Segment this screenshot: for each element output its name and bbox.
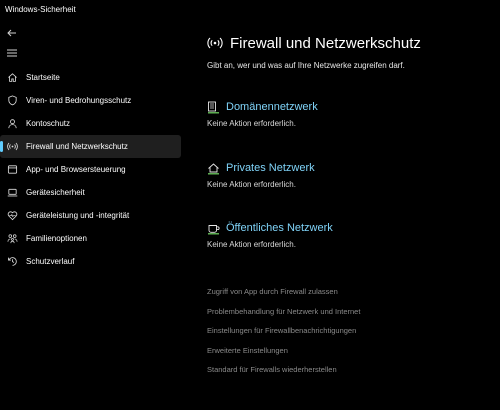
link-notification-settings[interactable]: Einstellungen für Firewallbenachrichtigu…	[207, 325, 497, 345]
related-links: Zugriff von App durch Firewall zulassen …	[207, 286, 497, 384]
network-public: Öffentliches Netzwerk Keine Aktion erfor…	[207, 220, 497, 249]
sidebar-item-firewall[interactable]: Firewall und Netzwerkschutz	[0, 135, 181, 158]
sidebar-item-familienoptionen[interactable]: Familienoptionen	[0, 227, 181, 250]
sidebar-item-label: Familienoptionen	[26, 234, 87, 243]
hamburger-icon	[7, 49, 17, 57]
network-private: Privates Netzwerk Keine Aktion erforderl…	[207, 160, 497, 189]
network-status: Keine Aktion erforderlich.	[207, 180, 296, 189]
sidebar-item-label: Startseite	[26, 73, 60, 82]
domain-network-icon	[207, 101, 220, 114]
link-advanced-settings[interactable]: Erweiterte Einstellungen	[207, 345, 497, 365]
sidebar-item-label: Kontoschutz	[26, 119, 71, 128]
network-domain-link[interactable]: Domänennetzwerk	[207, 99, 497, 115]
network-title: Privates Netzwerk	[226, 162, 315, 174]
sidebar-item-geraetesicherheit[interactable]: Gerätesicherheit	[0, 181, 181, 204]
shield-icon	[6, 95, 18, 107]
family-icon	[6, 233, 18, 245]
sidebar-item-label: Viren- und Bedrohungsschutz	[26, 96, 132, 105]
page-header: Firewall und Netzwerkschutz	[207, 30, 497, 56]
link-restore-defaults[interactable]: Standard für Firewalls wiederherstellen	[207, 364, 497, 384]
active-indicator	[0, 141, 3, 152]
sidebar-item-app-browser[interactable]: App- und Browsersteuerung	[0, 158, 181, 181]
home-icon	[6, 72, 18, 84]
sidebar-item-label: Schutzverlauf	[26, 257, 75, 266]
antenna-icon	[6, 141, 18, 153]
sidebar-item-label: Gerätesicherheit	[26, 188, 85, 197]
network-title: Öffentliches Netzwerk	[226, 222, 333, 234]
hamburger-menu-button[interactable]	[5, 46, 19, 60]
sidebar-item-label: App- und Browsersteuerung	[26, 165, 126, 174]
antenna-icon	[207, 35, 223, 51]
laptop-icon	[6, 187, 18, 199]
sidebar-item-startseite[interactable]: Startseite	[0, 66, 181, 89]
network-private-link[interactable]: Privates Netzwerk	[207, 160, 497, 176]
link-troubleshoot[interactable]: Problembehandlung für Netzwerk und Inter…	[207, 306, 497, 326]
window-title: Windows-Sicherheit	[5, 5, 76, 14]
sidebar-item-schutzverlauf[interactable]: Schutzverlauf	[0, 250, 181, 273]
network-status: Keine Aktion erforderlich.	[207, 119, 296, 128]
history-icon	[6, 256, 18, 268]
sidebar-item-kontoschutz[interactable]: Kontoschutz	[0, 112, 181, 135]
sidebar: Startseite Viren- und Bedrohungsschutz K…	[0, 20, 185, 410]
page-subtitle: Gibt an, wer und was auf Ihre Netzwerke …	[207, 61, 405, 70]
sidebar-item-viren[interactable]: Viren- und Bedrohungsschutz	[0, 89, 181, 112]
heart-pulse-icon	[6, 210, 18, 222]
page-title: Firewall und Netzwerkschutz	[230, 34, 421, 52]
sidebar-item-geraeteleistung[interactable]: Geräteleistung und -integrität	[0, 204, 181, 227]
sidebar-item-label: Firewall und Netzwerkschutz	[26, 142, 128, 151]
link-allow-app[interactable]: Zugriff von App durch Firewall zulassen	[207, 286, 497, 306]
private-network-icon	[207, 162, 220, 175]
app-window-icon	[6, 164, 18, 176]
sidebar-item-label: Geräteleistung und -integrität	[26, 211, 130, 220]
public-network-icon	[207, 222, 220, 235]
network-status: Keine Aktion erforderlich.	[207, 240, 296, 249]
network-title: Domänennetzwerk	[226, 101, 318, 113]
network-domain: Domänennetzwerk Keine Aktion erforderlic…	[207, 99, 497, 128]
back-arrow-icon	[7, 29, 16, 37]
network-public-link[interactable]: Öffentliches Netzwerk	[207, 220, 497, 236]
person-icon	[6, 118, 18, 130]
main-content: Firewall und Netzwerkschutz Gibt an, wer…	[207, 30, 497, 375]
back-button[interactable]	[5, 26, 19, 40]
sidebar-menu: Startseite Viren- und Bedrohungsschutz K…	[0, 66, 185, 273]
